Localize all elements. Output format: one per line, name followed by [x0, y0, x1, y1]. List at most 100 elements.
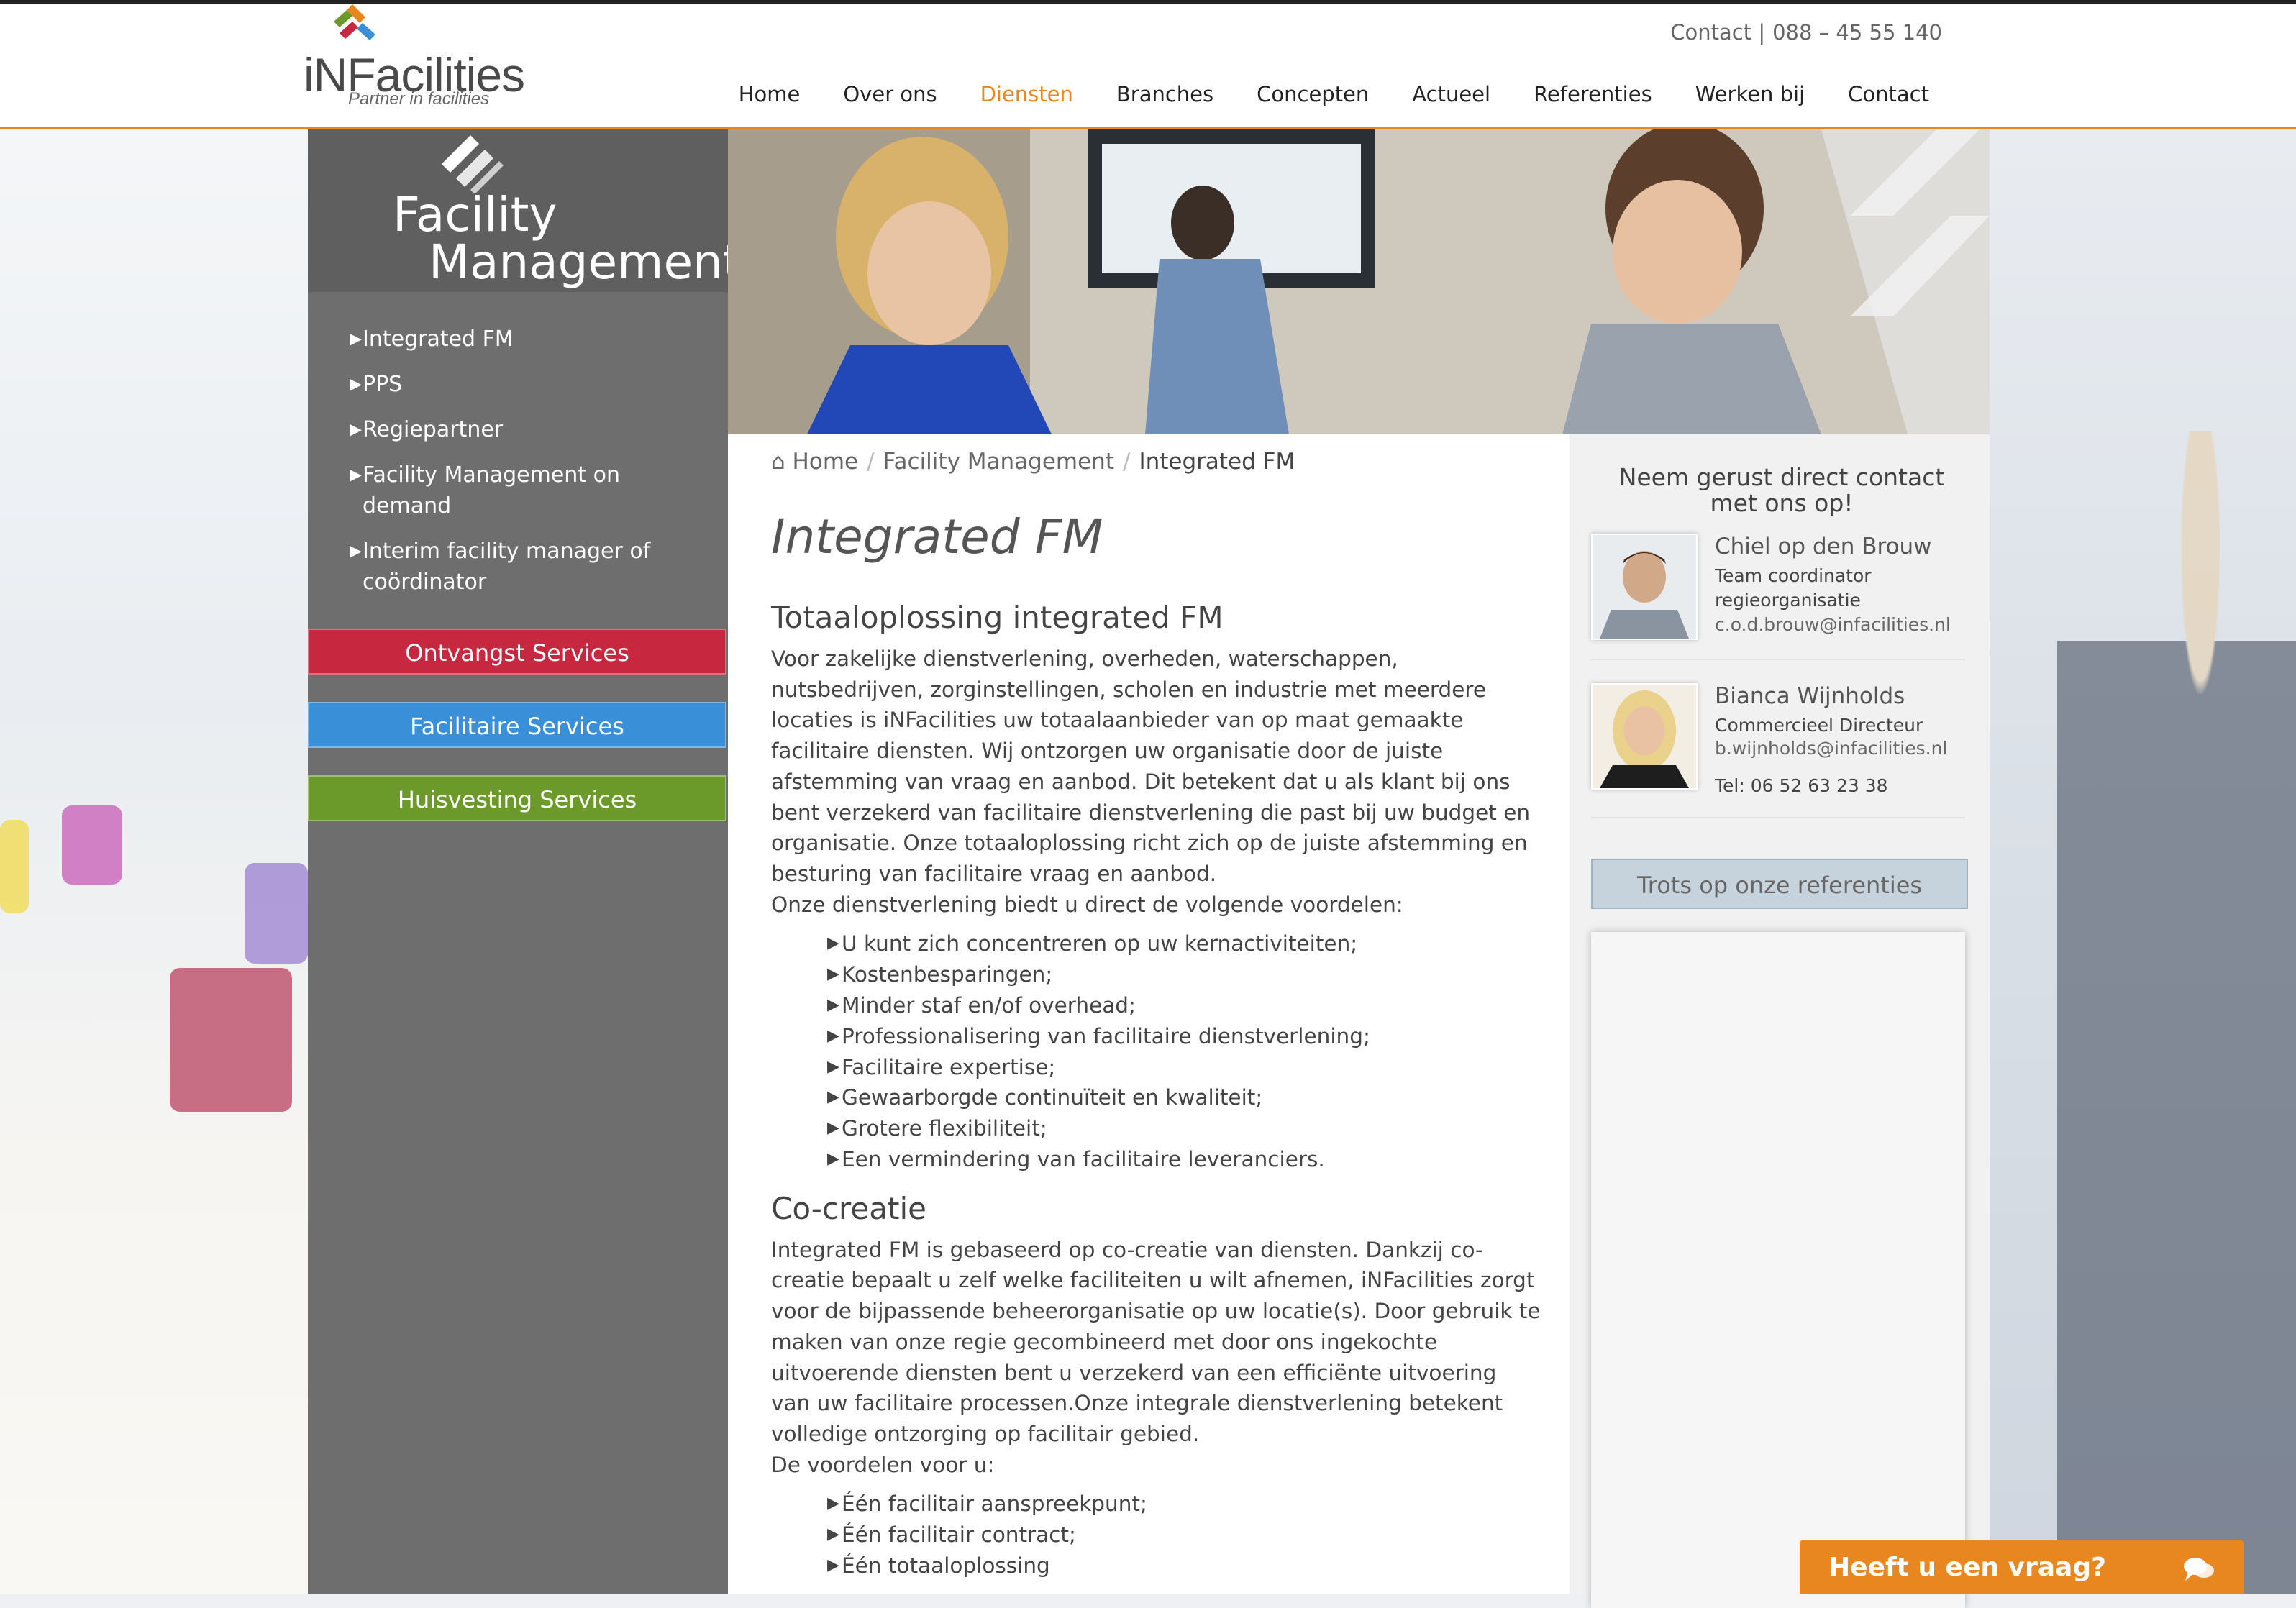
section-text: Integrated FM is gebaseerd op co-creatie…: [771, 1237, 1541, 1446]
contact-name: Bianca Wijnholds: [1715, 683, 1905, 709]
home-icon: ⌂: [771, 449, 785, 475]
nav-werken-bij[interactable]: Werken bij: [1674, 82, 1826, 106]
sidebar-item-label: Interim facility manager of coördinator: [363, 539, 651, 595]
nav-referenties[interactable]: Referenties: [1512, 82, 1674, 106]
contact-email[interactable]: c.o.d.brouw@infacilities.nl: [1715, 614, 1951, 635]
sidebar-item-interim[interactable]: ▶ Interim facility manager of coördinator: [350, 536, 709, 598]
avatar: [1591, 683, 1698, 790]
top-phone[interactable]: 088 – 45 55 140: [1772, 20, 1942, 45]
caret-right-icon: ▶: [350, 542, 362, 560]
list-item: ▶ Professionalisering van facilitaire die…: [827, 1021, 1541, 1052]
caret-right-icon: ▶: [350, 330, 362, 348]
sidebar-item-label: Regiepartner: [363, 417, 504, 442]
caret-right-icon: ▶: [827, 1525, 839, 1544]
list-item: ▶ Één facilitair contract;: [827, 1520, 1541, 1550]
facility-logo-icon: [442, 135, 504, 193]
section-text: Voor zakelijke dienstverlening, overhede…: [771, 647, 1531, 886]
contact-phone[interactable]: Tel: 06 52 63 23 38: [1715, 775, 1888, 796]
caret-right-icon: ▶: [827, 1119, 839, 1138]
contact-card: Bianca Wijnholds Commercieel Directeur b…: [1591, 683, 1965, 818]
ontvangst-services-button[interactable]: Ontvangst Services: [308, 629, 726, 675]
contact-role: Commercieel Directeur: [1715, 715, 1923, 736]
background-left-image: [0, 129, 308, 1594]
section-intro: Onze dienstverlening biedt u direct de v…: [771, 892, 1403, 917]
sidebar-title-line2: Management: [429, 234, 742, 290]
contact-email[interactable]: b.wijnholds@infacilities.nl: [1715, 738, 1947, 759]
sidebar-header: Facility Management: [308, 129, 742, 292]
caret-right-icon: ▶: [827, 965, 839, 984]
site-logo[interactable]: iNFacilities Partner in facilities: [304, 4, 534, 119]
list-item: ▶ Één facilitair aanspreekpunt;: [827, 1489, 1541, 1520]
caret-right-icon: ▶: [350, 466, 362, 484]
sidebar-item-pps[interactable]: ▶ PPS: [350, 369, 709, 400]
main-nav: Home Over ons Diensten Branches Concepte…: [717, 82, 1951, 106]
contact-name: Chiel op den Brouw: [1715, 534, 1932, 559]
list-item: ▶ Facilitaire expertise;: [827, 1052, 1541, 1083]
breadcrumb-section[interactable]: Facility Management: [883, 449, 1114, 475]
logo-tagline: Partner in facilities: [348, 89, 490, 109]
hero-image: [728, 129, 1990, 434]
sidebar-item-label: Integrated FM: [363, 326, 514, 352]
breadcrumb-home[interactable]: Home: [793, 449, 859, 475]
nav-home[interactable]: Home: [717, 82, 822, 106]
speech-bubble-icon: [2184, 1558, 2214, 1581]
benefits-list: ▶ Één facilitair aanspreekpunt; ▶ Één faci…: [771, 1489, 1541, 1581]
background-person-image: [2057, 431, 2296, 1594]
caret-right-icon: ▶: [827, 1057, 839, 1076]
contact-card: Chiel op den Brouw Team coordinator regi…: [1591, 534, 1965, 660]
list-item: ▶ Minder staf en/of overhead;: [827, 990, 1541, 1021]
breadcrumb-current: Integrated FM: [1139, 449, 1295, 475]
breadcrumb: ⌂ Home / Facility Management / Integrated FM: [771, 449, 1295, 475]
list-item: ▶ Een vermindering van facilitaire levera…: [827, 1144, 1541, 1175]
contact-title: Neem gerust direct contact met ons op!: [1618, 463, 1945, 517]
sidebar-item-integrated-fm[interactable]: ▶ Integrated FM: [350, 324, 709, 355]
list-item: ▶ Grotere flexibiliteit;: [827, 1113, 1541, 1144]
huisvesting-services-button[interactable]: Huisvesting Services: [308, 775, 726, 821]
section-intro: De voordelen voor u:: [771, 1452, 995, 1477]
bg-stool: [0, 820, 29, 913]
breadcrumb-separator: /: [1122, 449, 1131, 475]
breadcrumb-separator: /: [867, 449, 875, 475]
nav-concepten[interactable]: Concepten: [1235, 82, 1390, 106]
caret-right-icon: ▶: [827, 1026, 839, 1045]
caret-right-icon: ▶: [827, 995, 839, 1014]
caret-right-icon: ▶: [827, 934, 839, 953]
caret-right-icon: ▶: [827, 1149, 839, 1168]
bg-stool: [245, 863, 308, 964]
page-title: Integrated FM: [771, 509, 1103, 565]
left-sidebar: Facility Management ▶ Integrated FM ▶ PPS …: [308, 129, 742, 1594]
nav-diensten[interactable]: Diensten: [959, 82, 1095, 106]
nav-actueel[interactable]: Actueel: [1390, 82, 1512, 106]
list-item: ▶ U kunt zich concentreren op uw kernacti…: [827, 928, 1541, 959]
bg-stool: [62, 805, 122, 885]
chat-label: Heeft u een vraag?: [1828, 1553, 2106, 1582]
contact-role: Team coordinator regieorganisatie: [1715, 565, 1872, 611]
contact-aside: Neem gerust direct contact met ons op! C…: [1570, 434, 1990, 1608]
sidebar-item-regiepartner[interactable]: ▶ Regiepartner: [350, 414, 709, 445]
logo-mark-icon: [334, 4, 375, 40]
caret-right-icon: ▶: [827, 1088, 839, 1107]
sidebar-item-fm-on-demand[interactable]: ▶ Facility Management on demand: [350, 460, 709, 521]
avatar: [1591, 534, 1698, 640]
list-item: ▶ Kostenbesparingen;: [827, 959, 1541, 990]
site-header: iNFacilities Partner in facilities Conta…: [0, 4, 2296, 129]
facilitaire-services-button[interactable]: Facilitaire Services: [308, 702, 726, 748]
caret-right-icon: ▶: [827, 1556, 839, 1574]
references-widget: [1591, 932, 1965, 1608]
references-button[interactable]: Trots op onze referenties: [1591, 859, 1968, 909]
top-contact-link[interactable]: Contact |: [1670, 20, 1765, 45]
top-contact: Contact | 088 – 45 55 140: [1670, 20, 1942, 45]
section-heading: Totaaloplossing integrated FM: [771, 600, 1224, 635]
list-item: ▶ Één totaaloplossing: [827, 1550, 1541, 1581]
section-heading: Co-creatie: [771, 1190, 926, 1226]
sidebar-menu: ▶ Integrated FM ▶ PPS ▶ Regiepartner ▶ Facil…: [350, 324, 709, 612]
caret-right-icon: ▶: [827, 1494, 839, 1513]
nav-branches[interactable]: Branches: [1095, 82, 1235, 106]
chat-widget[interactable]: Heeft u een vraag?: [1800, 1540, 2244, 1594]
nav-contact[interactable]: Contact: [1826, 82, 1951, 106]
list-item: ▶ Gewaarborgde continuïteit en kwaliteit;: [827, 1082, 1541, 1113]
article-body: Totaaloplossing integrated FM Voor zakel…: [771, 600, 1541, 1597]
main-content: ⌂ Home / Facility Management / Integrated FM…: [728, 434, 1570, 1594]
nav-over-ons[interactable]: Over ons: [821, 82, 958, 106]
caret-right-icon: ▶: [350, 421, 362, 439]
